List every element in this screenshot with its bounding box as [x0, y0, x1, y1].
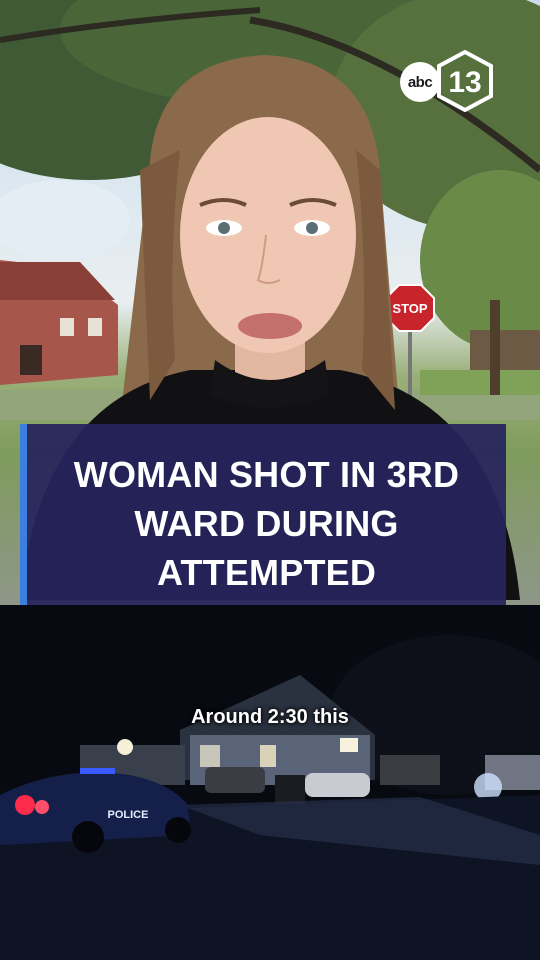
- channel-13-logo: 13: [437, 50, 493, 112]
- channel-number: 13: [448, 66, 481, 99]
- police-car-label: POLICE: [108, 809, 149, 821]
- crime-scene-image: POLICE: [0, 605, 540, 960]
- caption-subtitle: Around 2:30 this: [191, 706, 349, 728]
- stop-sign-text: STOP: [392, 301, 427, 316]
- crime-scene-video-frame: POLICE: [0, 605, 540, 960]
- abc13-logo: abc 13: [400, 50, 498, 112]
